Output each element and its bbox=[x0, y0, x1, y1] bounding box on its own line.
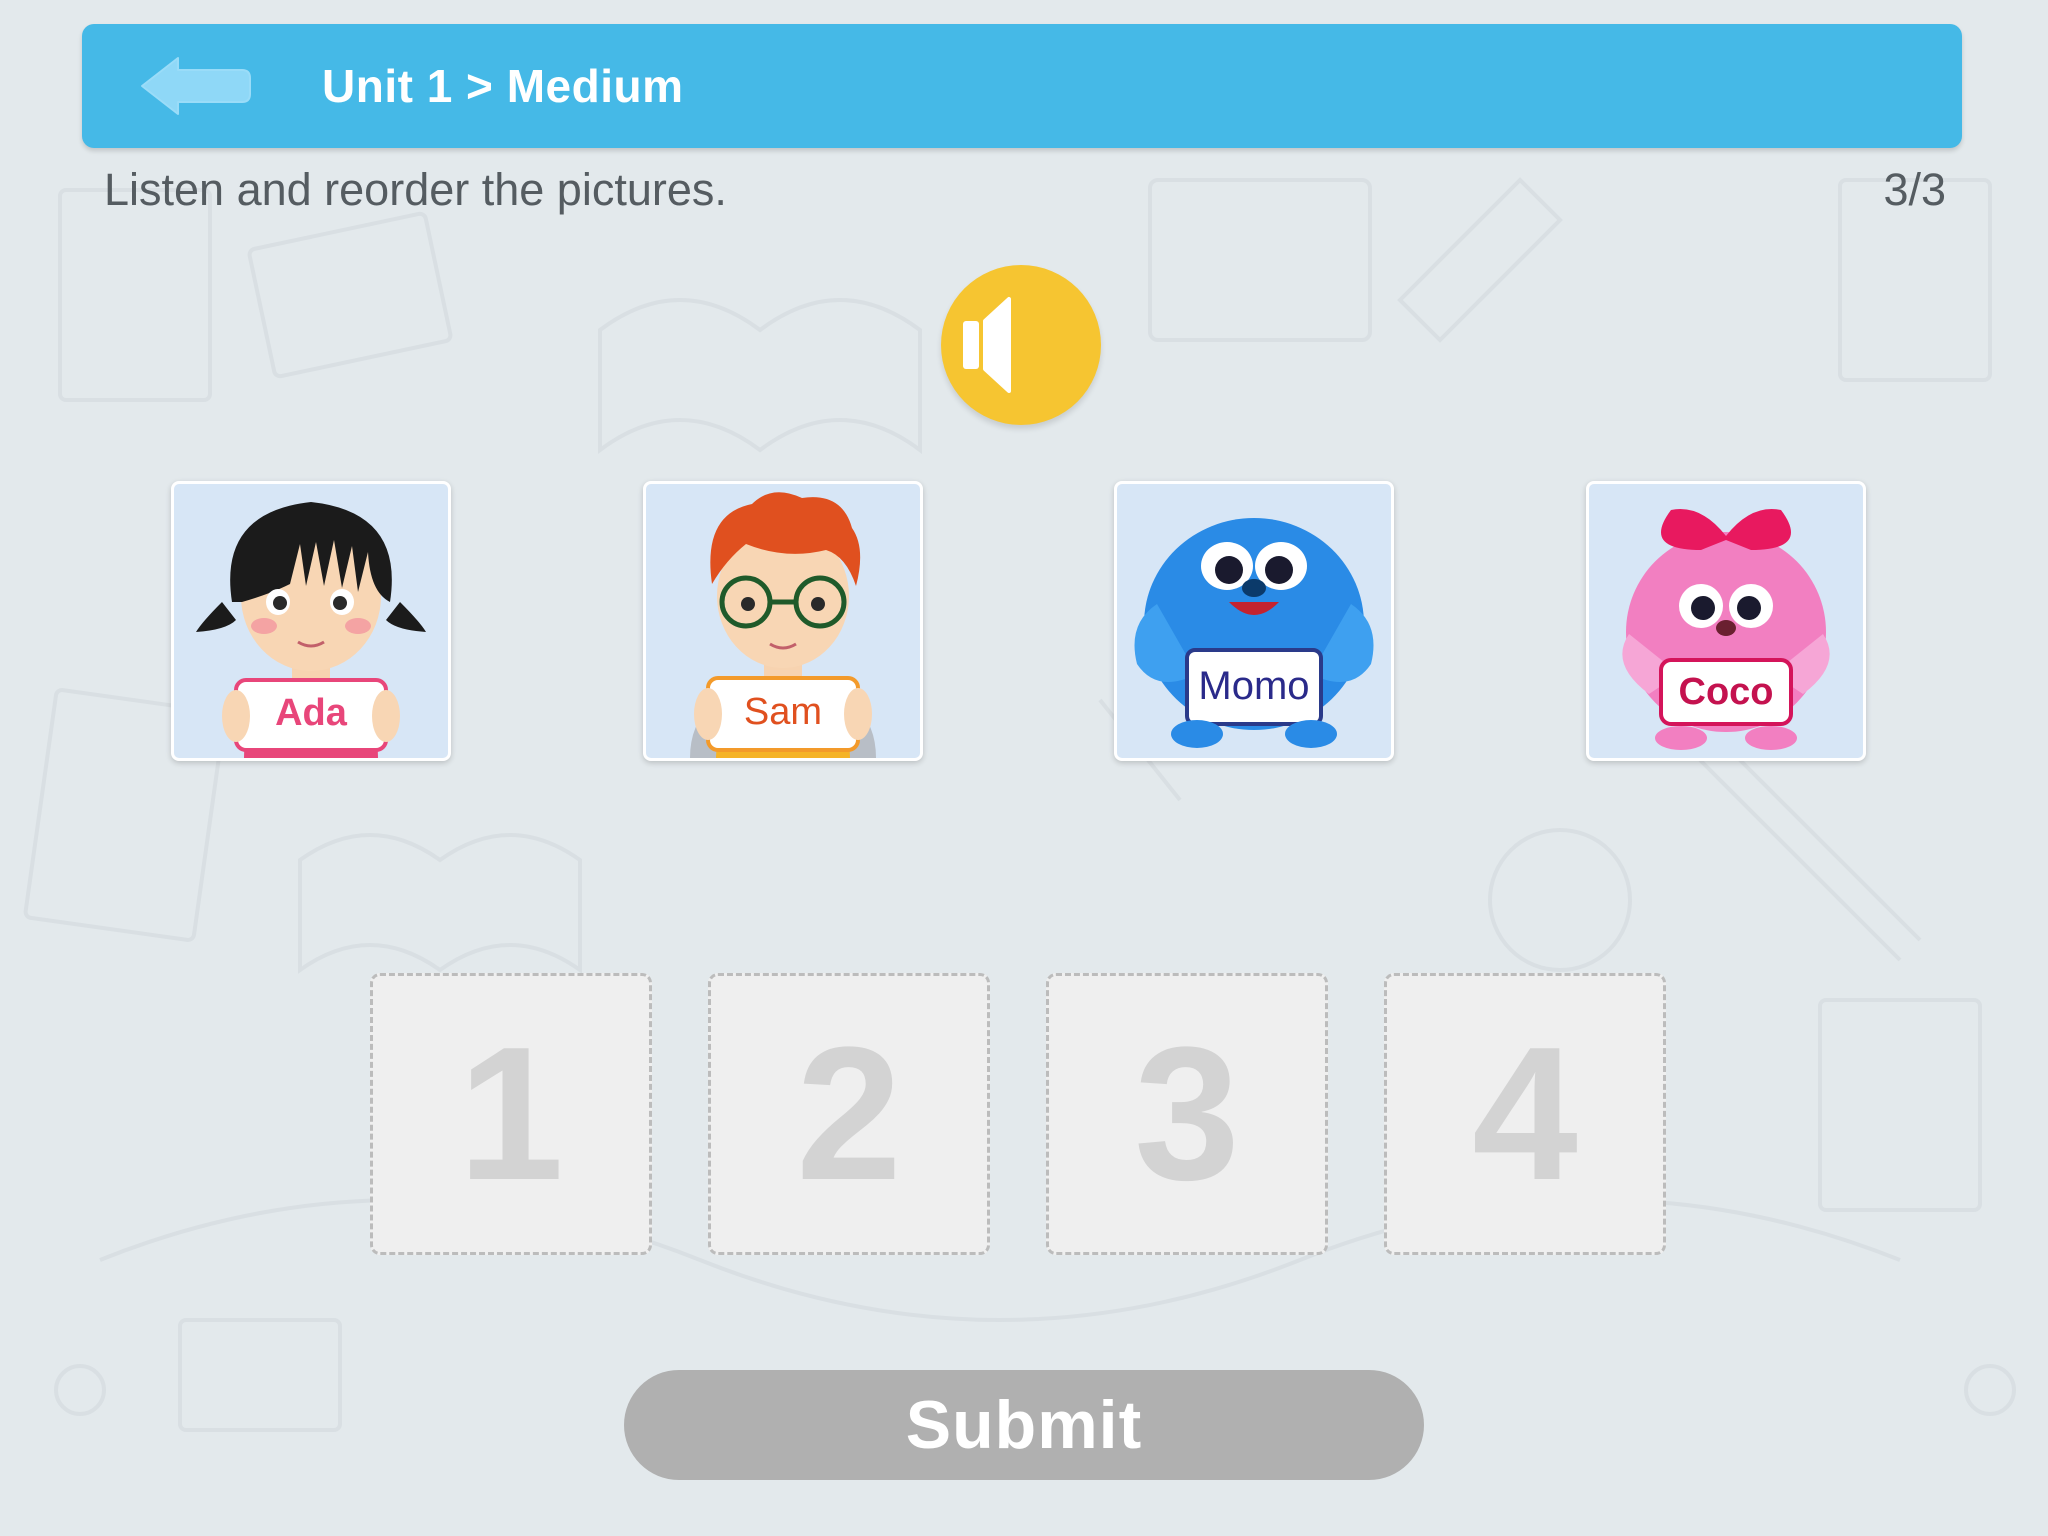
answer-slot-3[interactable]: 3 bbox=[1046, 973, 1328, 1255]
picture-card-ada[interactable]: Ada bbox=[171, 481, 451, 761]
answer-slot-2[interactable]: 2 bbox=[708, 973, 990, 1255]
page-title: Unit 1 > Medium bbox=[322, 60, 684, 112]
card-name-label: Coco bbox=[1678, 671, 1774, 713]
slot-number: 2 bbox=[796, 1008, 902, 1220]
instruction-text: Listen and reorder the pictures. bbox=[104, 164, 727, 215]
picture-card-sam[interactable]: Sam bbox=[643, 481, 923, 761]
question-progress: 3/3 bbox=[1883, 164, 1946, 215]
slot-number: 3 bbox=[1134, 1008, 1240, 1220]
play-audio-button[interactable] bbox=[941, 265, 1101, 425]
back-arrow-icon bbox=[141, 57, 251, 115]
slot-number: 4 bbox=[1472, 1008, 1578, 1220]
top-bar: Unit 1 > Medium bbox=[82, 24, 1962, 148]
card-name-label: Ada bbox=[275, 692, 347, 734]
card-name-label: Sam bbox=[743, 691, 823, 733]
picture-card-momo[interactable]: Momo bbox=[1114, 481, 1394, 761]
submit-button[interactable]: Submit bbox=[624, 1370, 1424, 1480]
answer-slot-4[interactable]: 4 bbox=[1384, 973, 1666, 1255]
speaker-icon bbox=[963, 297, 1011, 393]
slot-number: 1 bbox=[458, 1008, 564, 1220]
answer-slot-1[interactable]: 1 bbox=[370, 973, 652, 1255]
card-name-label: Momo bbox=[1198, 664, 1310, 708]
picture-card-coco[interactable]: Coco bbox=[1586, 481, 1866, 761]
blue-monster-illustration bbox=[1134, 518, 1374, 748]
back-button[interactable] bbox=[138, 54, 254, 118]
background-doodles bbox=[23, 177, 2016, 1432]
